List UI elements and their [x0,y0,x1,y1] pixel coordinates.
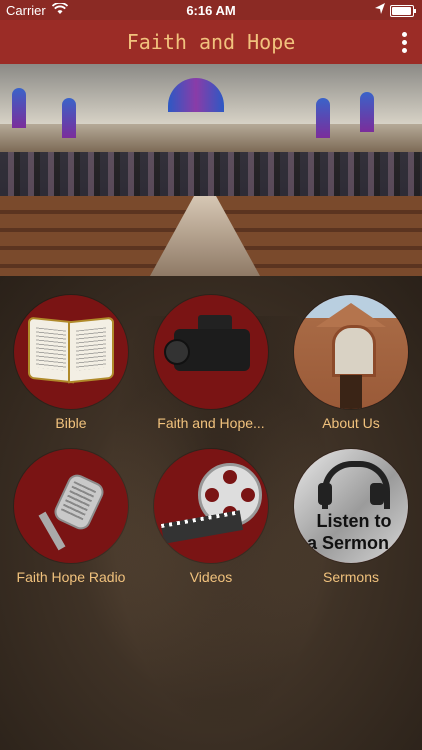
bible-tile[interactable]: Bible [11,295,131,431]
open-bible-icon[interactable] [14,295,128,409]
tile-label: About Us [322,415,380,431]
sermon-art-line1: Listen to [316,511,392,531]
app-title: Faith and Hope [126,30,296,54]
faith-and-hope-tile[interactable]: Faith and Hope... [151,295,271,431]
menu-grid: Bible Faith and Hope... About Us Faith H… [0,276,422,750]
stained-window [360,92,374,132]
tile-label: Videos [189,569,233,585]
about-us-tile[interactable]: About Us [291,295,411,431]
church-building-icon[interactable] [294,295,408,409]
congregation [0,152,422,196]
battery-icon [390,5,416,17]
video-camera-icon[interactable] [154,295,268,409]
tile-label: Faith and Hope... [157,415,265,431]
film-reel-icon[interactable] [154,449,268,563]
headphones-sermon-icon[interactable]: Listen to a Sermon [294,449,408,563]
tile-label: Faith Hope Radio [16,569,126,585]
sermons-tile[interactable]: Listen to a Sermon Sermons [291,449,411,585]
radio-microphone-icon[interactable] [14,449,128,563]
status-bar: Carrier 6:16 AM [0,0,422,20]
stained-window [316,98,330,138]
status-time: 6:16 AM [186,3,236,18]
sermon-art-line2: a Sermon [306,533,390,553]
stained-window [62,98,76,138]
more-options-icon[interactable] [402,32,408,54]
banner-carousel[interactable] [0,64,422,276]
tile-label: Sermons [322,569,380,585]
radio-tile[interactable]: Faith Hope Radio [11,449,131,585]
app-header: Faith and Hope [0,20,422,64]
tile-label: Bible [55,415,87,431]
stained-window [12,88,26,128]
location-arrow-icon [374,2,386,19]
videos-tile[interactable]: Videos [151,449,271,585]
